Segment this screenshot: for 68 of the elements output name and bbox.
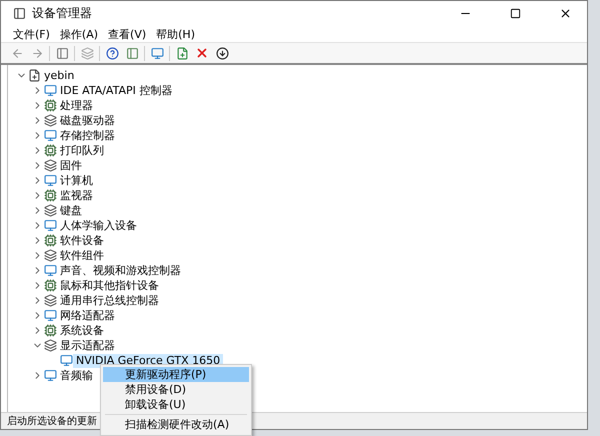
monitor-icon: [44, 174, 57, 187]
app-icon: [13, 7, 26, 20]
menu-item[interactable]: 帮助(H): [156, 26, 195, 42]
chip-icon: [44, 144, 57, 157]
chip-icon: [44, 99, 57, 112]
tree-item[interactable]: 软件组件: [57, 248, 107, 262]
monitor-icon: [150, 46, 164, 60]
panel-button[interactable]: [124, 45, 140, 61]
device-icon: [44, 294, 57, 307]
device-icon: [44, 339, 57, 352]
tree-item[interactable]: 鼠标和其他指针设备: [57, 278, 162, 292]
tree-item[interactable]: 监视器: [57, 188, 96, 202]
monitor-button[interactable]: [149, 45, 165, 61]
menu-item[interactable]: 文件(F): [13, 26, 50, 42]
panel-icon: [126, 46, 138, 60]
tree-item[interactable]: 人体学输入设备: [57, 218, 140, 232]
monitor-icon: [44, 84, 57, 97]
help-button[interactable]: [104, 45, 120, 61]
panel-icon: [56, 46, 68, 60]
tree-item[interactable]: 固件: [57, 158, 85, 172]
monitor-icon: [44, 219, 57, 232]
tree-item[interactable]: 计算机: [57, 174, 96, 188]
maximize-icon: [510, 8, 520, 19]
context-menu-item[interactable]: 禁用设备(D): [103, 382, 249, 397]
chip-icon: [44, 234, 57, 247]
monitor-icon: [44, 129, 57, 142]
tree-item[interactable]: 通用串行总线控制器: [57, 294, 162, 308]
chip-icon: [44, 189, 57, 202]
tree-item[interactable]: yebin: [41, 68, 78, 82]
tree-item[interactable]: 存储控制器: [57, 128, 118, 142]
window-title: 设备管理器: [32, 5, 93, 22]
download-icon: [216, 46, 228, 60]
tree-item[interactable]: 显示适配器: [57, 338, 118, 352]
status-text: 启动所选设备的更新: [7, 414, 97, 428]
tree-item[interactable]: 软件设备: [57, 234, 107, 248]
context-menu-item[interactable]: 卸载设备(U): [103, 397, 249, 412]
context-menu-item[interactable]: 更新驱动程序(P): [103, 367, 249, 382]
chip-icon: [44, 324, 57, 337]
tree-item[interactable]: 处理器: [57, 98, 96, 112]
tree-item[interactable]: IDE ATA/ATAPI 控制器: [57, 84, 176, 98]
close-icon: [558, 7, 572, 20]
tree-item[interactable]: 网络适配器: [57, 308, 118, 322]
menu-item[interactable]: 查看(V): [108, 26, 146, 42]
context-menu-item[interactable]: 扫描检测硬件改动(A): [103, 417, 249, 432]
menu-item[interactable]: 操作(A): [60, 26, 98, 42]
tree-item[interactable]: 键盘: [57, 204, 85, 218]
help-icon: [106, 46, 118, 60]
forward-arrow-icon: [30, 46, 44, 60]
add-file-icon: [176, 46, 188, 60]
device-icon: [44, 204, 57, 217]
layers-icon: [80, 46, 94, 60]
delete-icon: [195, 46, 209, 60]
monitor-icon: [44, 309, 57, 322]
tree-item[interactable]: 声音、视频和游戏控制器: [57, 264, 184, 278]
device-icon: [44, 159, 57, 172]
monitor-icon: [44, 264, 57, 277]
back-arrow-icon: [10, 46, 24, 60]
tree-item[interactable]: 系统设备: [57, 324, 107, 338]
tree-item[interactable]: 打印队列: [57, 144, 107, 158]
monitor-icon: [44, 369, 57, 382]
properties-button[interactable]: [54, 45, 70, 61]
download-button[interactable]: [214, 45, 230, 61]
device-icon: [44, 249, 57, 262]
device-icon: [44, 114, 57, 127]
monitor-icon: [60, 354, 73, 367]
tree-item[interactable]: 磁盘驱动器: [57, 114, 118, 128]
chip-icon: [44, 279, 57, 292]
tree-item[interactable]: 音频输: [57, 368, 96, 382]
